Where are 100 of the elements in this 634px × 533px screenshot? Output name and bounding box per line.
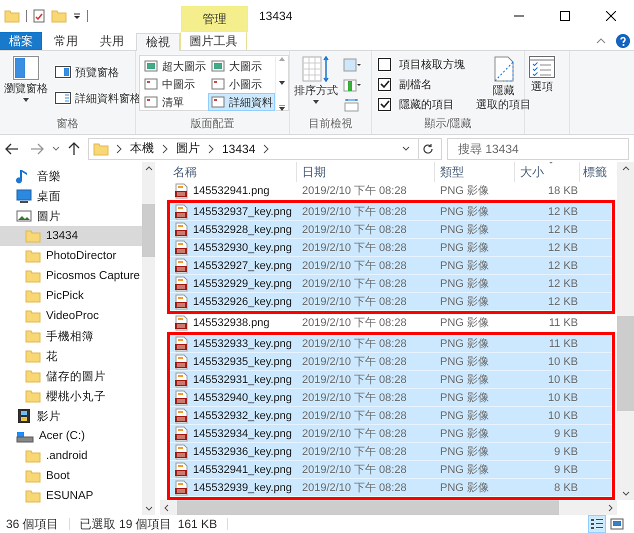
nav-item[interactable]: VideoProc — [0, 306, 142, 326]
nav-item[interactable]: 影片 — [0, 406, 142, 426]
chevron-icon[interactable] — [115, 144, 123, 154]
file-row[interactable]: 145532929_key.png 2019/2/10 下午 08:28 PNG 影像 12 KB — [170, 275, 612, 293]
modified-date: 2019/2/10 下午 08:28 — [301, 205, 408, 219]
file-name: 145532937_key.png — [193, 206, 292, 218]
chevron-icon[interactable] — [262, 144, 270, 154]
scroll-down-icon[interactable] — [278, 81, 284, 85]
scrollbar[interactable] — [142, 162, 155, 515]
context-tab-header: 管理 — [181, 6, 248, 32]
file-type: PNG 影像 — [439, 277, 490, 291]
file-row[interactable]: 145532941.png 2019/2/10 下午 08:28 PNG 影像 18 KB — [170, 182, 615, 200]
file-size: 11 KB — [548, 338, 578, 350]
file-row[interactable]: 145532939_key.png 2019/2/10 下午 08:28 PNG 影像 8 KB — [170, 479, 612, 497]
file-row[interactable]: 145532934_key.png 2019/2/10 下午 08:28 PNG 影像 9 KB — [170, 425, 612, 443]
file-type: PNG 影像 — [439, 463, 490, 477]
search-field[interactable]: 搜尋 13434 — [447, 138, 629, 160]
collapse-ribbon-icon[interactable] — [596, 38, 606, 44]
nav-item[interactable]: 桌面 — [0, 186, 142, 206]
file-row[interactable]: 145532933_key.png 2019/2/10 下午 08:28 PNG 影像 11 KB — [170, 335, 612, 353]
layout-option[interactable]: 大圖示 — [208, 57, 275, 75]
layout-option[interactable]: 清單 — [141, 93, 208, 111]
scroll-thumb[interactable] — [142, 204, 155, 257]
column-header[interactable]: 名稱 — [160, 162, 297, 182]
modified-date: 2019/2/10 下午 08:28 — [301, 409, 408, 423]
file-type: PNG 影像 — [439, 427, 490, 441]
column-header[interactable]: 日期 — [297, 162, 435, 182]
customize-caret-icon[interactable] — [73, 11, 81, 21]
file-row[interactable]: 145532938.png 2019/2/10 下午 08:28 PNG 影像 11 KB — [170, 314, 615, 332]
nav-item[interactable]: ESUNAP — [0, 486, 142, 506]
nav-item[interactable]: Boot — [0, 466, 142, 486]
view-button[interactable] — [588, 515, 606, 533]
file-row[interactable]: 145532941_key.png 2019/2/10 下午 08:28 PNG 影像 9 KB — [170, 461, 612, 479]
image-file-icon — [173, 222, 189, 238]
nav-item[interactable]: 手機相簿 — [0, 326, 142, 346]
file-row[interactable]: 145532937_key.png 2019/2/10 下午 08:28 PNG 影像 12 KB — [170, 203, 612, 221]
ribbon-tab[interactable]: 共用 — [90, 32, 134, 50]
nav-item[interactable]: Acer (C:) — [0, 426, 142, 446]
properties-icon[interactable] — [33, 9, 45, 23]
scroll-thumb[interactable] — [617, 316, 634, 411]
fit-columns-icon[interactable] — [343, 98, 361, 112]
nav-item[interactable]: 圖片 — [0, 206, 142, 226]
file-name: 145532927_key.png — [193, 260, 292, 272]
file-row[interactable]: 145532926_key.png 2019/2/10 下午 08:28 PNG 影像 12 KB — [170, 293, 612, 311]
nav-item[interactable]: 花 — [0, 346, 142, 366]
file-size: 12 KB — [547, 260, 578, 272]
nav-item[interactable]: 13434 — [0, 226, 142, 246]
modified-date: 2019/2/10 下午 08:28 — [301, 241, 408, 255]
ribbon-tab[interactable]: 檔案 — [0, 32, 42, 50]
nav-item[interactable]: .android — [0, 446, 142, 466]
address-dropdown-icon[interactable] — [402, 146, 410, 152]
refresh-icon[interactable] — [422, 142, 434, 154]
help-icon[interactable] — [616, 34, 630, 48]
scrollbar[interactable] — [160, 500, 617, 515]
file-row[interactable]: 145532932_key.png 2019/2/10 下午 08:28 PNG 影像 10 KB — [170, 407, 612, 425]
add-columns-icon[interactable] — [343, 78, 361, 92]
breadcrumb[interactable]: 本機 — [129, 140, 155, 157]
file-row[interactable]: 145532936_key.png 2019/2/10 下午 08:28 PNG 影像 9 KB — [170, 443, 612, 461]
file-row[interactable]: 145532940_key.png 2019/2/10 下午 08:28 PNG 影像 10 KB — [170, 389, 612, 407]
file-row[interactable]: 145532928_key.png 2019/2/10 下午 08:28 PNG 影像 12 KB — [170, 221, 612, 239]
layout-option[interactable]: 超大圖示 — [141, 57, 208, 75]
recent-caret-icon[interactable] — [52, 146, 60, 152]
checkbox[interactable] — [378, 78, 391, 90]
nav-item[interactable]: 櫻桃小丸子 — [0, 386, 142, 406]
file-row[interactable]: 145532927_key.png 2019/2/10 下午 08:28 PNG 影像 12 KB — [170, 257, 612, 275]
column-header[interactable]: 大小 — [515, 162, 580, 182]
layout-option[interactable]: 小圖示 — [208, 75, 275, 93]
breadcrumb[interactable]: 圖片 — [175, 140, 201, 157]
checkbox[interactable] — [378, 98, 391, 110]
address-field[interactable]: 本機 圖片 13434 — [88, 138, 442, 160]
scroll-thumb[interactable] — [177, 500, 559, 515]
sort-by-button[interactable]: 排序方式 — [293, 54, 339, 116]
breadcrumb[interactable]: 13434 — [221, 142, 256, 156]
nav-item[interactable]: Picosmos Capture — [0, 266, 142, 286]
group-by-icon[interactable] — [343, 58, 361, 72]
scrollbar[interactable] — [617, 162, 634, 500]
column-header[interactable]: 標籤 — [580, 162, 617, 182]
nav-item[interactable]: PicPick — [0, 286, 142, 306]
file-type: PNG 影像 — [439, 337, 490, 351]
expand-gallery-icon[interactable] — [278, 105, 284, 111]
chevron-icon[interactable] — [161, 144, 169, 154]
checkbox[interactable] — [378, 58, 391, 70]
navigation-pane-button[interactable]: 瀏覽窗格 — [3, 54, 49, 116]
file-row[interactable]: 145532931_key.png 2019/2/10 下午 08:28 PNG 影像 10 KB — [170, 371, 612, 389]
image-file-icon — [173, 314, 189, 330]
caret-icon — [23, 98, 29, 102]
layout-option[interactable]: 詳細資料 — [208, 93, 275, 111]
column-header[interactable]: 類型 — [435, 162, 515, 182]
monitor-icon — [16, 188, 32, 204]
nav-item[interactable]: 儲存的圖片 — [0, 366, 142, 386]
file-row[interactable]: 145532930_key.png 2019/2/10 下午 08:28 PNG 影像 12 KB — [170, 239, 612, 257]
layout-option[interactable]: 中圖示 — [141, 75, 208, 93]
ribbon-tab[interactable]: 常用 — [44, 32, 88, 50]
file-name: 145532934_key.png — [193, 428, 292, 440]
nav-item[interactable]: PhotoDirector — [0, 246, 142, 266]
nav-item[interactable]: 音樂 — [0, 166, 142, 186]
chevron-icon[interactable] — [207, 144, 215, 154]
group-title: 版面配置 — [190, 117, 236, 132]
file-row[interactable]: 145532935_key.png 2019/2/10 下午 08:28 PNG 影像 10 KB — [170, 353, 612, 371]
ribbon-tab[interactable]: 檢視 — [136, 33, 180, 51]
